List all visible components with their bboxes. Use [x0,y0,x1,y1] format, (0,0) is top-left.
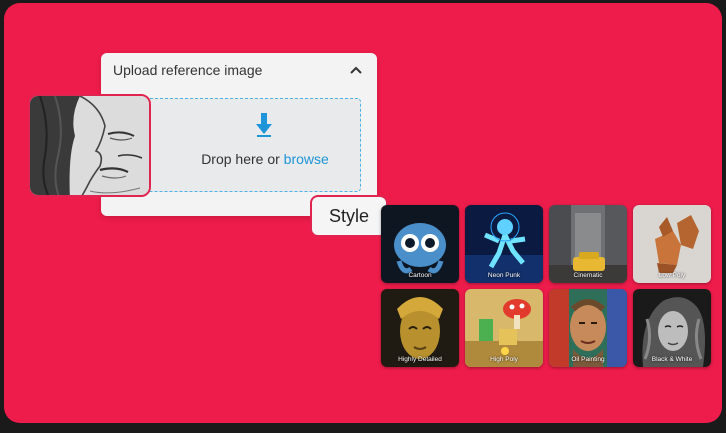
style-tile-cinematic[interactable]: Cinematic [549,205,627,283]
style-chip-label: Style [328,205,370,226]
drop-label: Drop here or [201,151,280,167]
download-arrow-icon [256,113,272,137]
style-label: Black & White [651,356,693,363]
browse-link[interactable]: browse [284,151,329,167]
style-tile-oil-painting[interactable]: Oil Painting [549,289,627,367]
drop-text: Drop here or browse [132,151,360,167]
style-tile-black-white[interactable]: Black & White [633,289,711,367]
style-tile-highly-detailed[interactable]: Highly Detailed [381,289,459,367]
style-tile-cartoon[interactable]: Cartoon [381,205,459,283]
upload-title: Upload reference image [113,62,263,78]
upload-header[interactable]: Upload reference image [101,53,377,87]
style-label: Neon Punk [487,272,521,279]
style-tile-high-poly[interactable]: High Poly [465,289,543,367]
style-tile-neon-punk[interactable]: Neon Punk [465,205,543,283]
style-label: Cartoon [408,272,432,279]
canvas-background: Upload reference image Drop here or brow… [4,3,722,423]
chevron-up-icon[interactable] [349,63,363,77]
style-label: Cinematic [573,272,603,279]
style-label: Highly Detailed [398,356,442,363]
style-label: Low Poly [658,272,686,279]
style-label: High Poly [490,356,518,363]
style-tile-low-poly[interactable]: Low Poly [633,205,711,283]
reference-sketch-image [28,94,151,197]
style-chip[interactable]: Style [310,195,388,237]
style-label: Oil Painting [571,356,605,363]
dropzone[interactable]: Drop here or browse [131,98,361,192]
